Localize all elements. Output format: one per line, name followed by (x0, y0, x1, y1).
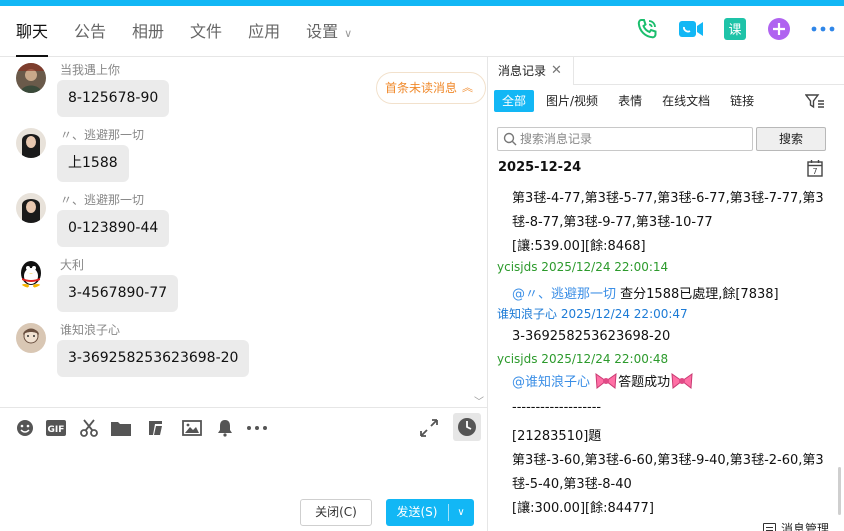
chat-message-list[interactable]: 当我遇上你 8-125678-90 〃、逃避那一切 上1588 〃、逃避那一切 … (0, 57, 488, 407)
history-line: 毬-8-77,第3毬-9-77,第3毬-10-77 (512, 215, 713, 230)
emoji-icon[interactable] (14, 417, 36, 439)
filter-all[interactable]: 全部 (494, 90, 535, 112)
music-icon[interactable] (144, 417, 166, 439)
history-tabbar: 消息记录 ✕ (489, 57, 844, 85)
history-line: @谁知浪子心 答题成功 (512, 371, 844, 394)
message-bubble[interactable]: 3-369258253623698-20 (57, 340, 250, 377)
mention-link[interactable]: @〃、逃避那一切 (512, 287, 616, 302)
video-call-icon[interactable] (678, 16, 704, 42)
filter-settings-icon[interactable] (804, 93, 825, 109)
phone-icon[interactable] (634, 16, 660, 42)
add-app-icon[interactable] (766, 16, 792, 42)
image-icon[interactable] (181, 417, 203, 439)
history-line: 第3毬-4-77,第3毬-5-77,第3毬-6-77,第3毬-7-77,第3 (512, 191, 824, 206)
chevron-down-icon[interactable]: ∨ (448, 499, 474, 526)
sender-name: 谁知浪子心 (60, 323, 121, 337)
gif-icon-text: GIF (48, 425, 65, 435)
tab-album[interactable]: 相册 (132, 6, 164, 57)
manage-icon (763, 523, 776, 531)
folder-icon[interactable] (110, 417, 132, 439)
tab-settings[interactable]: 设置 ∨ (306, 6, 352, 57)
close-icon[interactable]: ✕ (551, 57, 562, 85)
tab-files[interactable]: 文件 (190, 6, 222, 57)
history-meta: 谁知浪子心 2025/12/24 22:00:47 (497, 307, 688, 321)
bell-icon[interactable] (214, 417, 236, 439)
sender-name: 〃、逃避那一切 (60, 193, 145, 207)
search-icon (503, 132, 517, 150)
filter-docs[interactable]: 在线文档 (654, 90, 718, 112)
history-line: ------------------- (512, 400, 602, 415)
history-line: 3-369258253623698-20 (512, 329, 671, 344)
message-bubble[interactable]: 上1588 (57, 145, 129, 182)
history-line-text: 查分1588已處理,餘[7838] (616, 287, 779, 302)
gif-icon[interactable]: GIF (45, 417, 67, 439)
send-button-label: 发送(S) (396, 505, 438, 519)
avatar[interactable] (16, 63, 46, 93)
collapse-icon[interactable]: ﹀ (474, 393, 484, 408)
message-bubble[interactable]: 8-125678-90 (57, 80, 170, 117)
history-meta: ycisjds 2025/12/24 22:00:48 (497, 352, 669, 366)
tab-announcement[interactable]: 公告 (74, 6, 106, 57)
history-meta: ycisjds 2025/12/24 22:00:14 (497, 260, 669, 274)
expand-icon[interactable] (418, 417, 440, 439)
tab-settings-label: 设置 (306, 22, 339, 41)
header-actions: 课 (616, 16, 836, 42)
send-button[interactable]: 发送(S) ∨ (386, 499, 474, 526)
history-line: @〃、逃避那一切 查分1588已處理,餘[7838] (512, 283, 844, 302)
chevron-up-icon: ︽ (462, 81, 473, 94)
chevron-down-icon: ∨ (344, 27, 353, 40)
filter-links[interactable]: 链接 (722, 90, 762, 112)
more-tools-icon[interactable] (246, 417, 268, 439)
history-search-box (497, 127, 753, 151)
tab-chat[interactable]: 聊天 (16, 6, 49, 57)
history-line: [21283510]題 (512, 429, 602, 444)
history-clock-icon[interactable] (453, 413, 481, 441)
first-unread-button[interactable]: 首条未读消息 ︽ (376, 72, 486, 104)
sender-name: 〃、逃避那一切 (60, 128, 145, 142)
message-input-area[interactable]: 关闭(C) 发送(S) ∨ (0, 447, 488, 531)
history-line: [讓:300.00][餘:84477] (512, 501, 654, 516)
history-line-text: 答题成功 (618, 375, 671, 390)
more-icon[interactable] (810, 16, 836, 42)
avatar[interactable] (16, 258, 46, 288)
message-bubble[interactable]: 0-123890-44 (57, 210, 170, 247)
history-line: 第3毬-3-60,第3毬-6-60,第3毬-9-40,第3毬-2-60,第3 (512, 453, 824, 468)
search-button[interactable]: 搜索 (756, 127, 826, 151)
tab-message-history[interactable]: 消息记录 ✕ (489, 57, 574, 85)
calendar-icon[interactable]: 7 (807, 159, 823, 177)
first-unread-label: 首条未读消息 (385, 81, 458, 95)
close-button[interactable]: 关闭(C) (300, 499, 372, 526)
filter-emoji[interactable]: 表情 (610, 90, 650, 112)
history-scrollbar[interactable] (838, 467, 841, 515)
tab-apps[interactable]: 应用 (248, 6, 280, 57)
input-toolbar: GIF (0, 407, 488, 447)
message-history-panel: 消息记录 ✕ 全部 图片/视频 表情 在线文档 链接 搜索 2025-12-24… (489, 57, 844, 531)
sender-name: 大利 (60, 258, 85, 272)
filter-media[interactable]: 图片/视频 (538, 90, 606, 112)
avatar[interactable] (16, 128, 46, 158)
lesson-icon[interactable]: 课 (722, 16, 748, 42)
avatar[interactable] (16, 323, 46, 353)
bow-emoji-icon (670, 372, 694, 394)
mention-link[interactable]: @谁知浪子心 (512, 375, 590, 390)
message-manage-button[interactable]: 消息管理 (763, 520, 829, 531)
header: 聊天 公告 相册 文件 应用 设置 ∨ 课 (0, 6, 844, 57)
history-line: [讓:539.00][餘:8468] (512, 239, 646, 254)
avatar[interactable] (16, 193, 46, 223)
history-date: 2025-12-24 (498, 160, 582, 175)
history-line: 毬-5-40,第3毬-8-40 (512, 477, 632, 492)
scissors-icon[interactable] (78, 417, 100, 439)
lesson-icon-text: 课 (728, 23, 741, 38)
message-bubble[interactable]: 3-4567890-77 (57, 275, 179, 312)
history-search-input[interactable] (520, 130, 748, 148)
message-manage-label: 消息管理 (781, 522, 830, 531)
main-tabs: 聊天 公告 相册 文件 应用 设置 ∨ (16, 6, 378, 57)
calendar-icon-day: 7 (812, 167, 817, 176)
history-filters: 全部 图片/视频 表情 在线文档 链接 (494, 89, 766, 113)
history-tab-label: 消息记录 (498, 64, 547, 78)
bow-emoji-icon (594, 372, 618, 394)
sender-name: 当我遇上你 (60, 63, 121, 77)
